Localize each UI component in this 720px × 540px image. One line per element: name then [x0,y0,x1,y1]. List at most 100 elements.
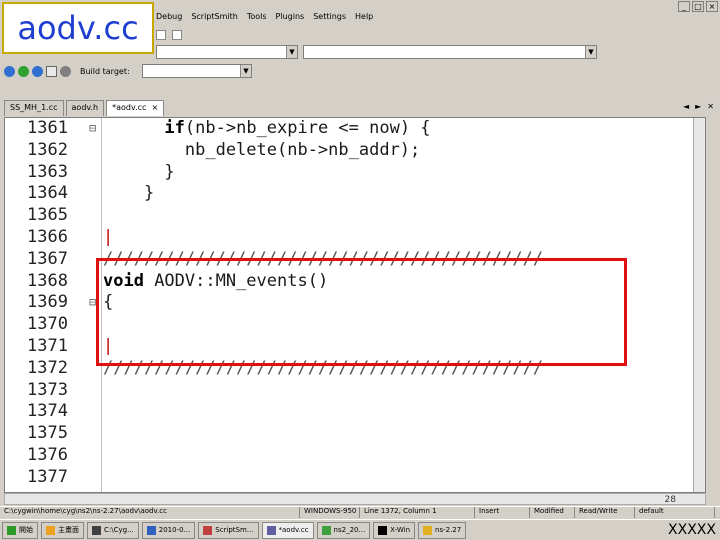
status-modified: Modified [530,507,575,518]
taskbar-button[interactable]: 2010-0... [141,521,196,539]
line-number: 1369 [27,292,68,313]
line-number: 1375 [27,423,68,444]
tab-aodv-h[interactable]: aodv.h [65,100,105,116]
code-line[interactable]: } [103,183,154,203]
line-number: 1367 [27,248,68,269]
tab-ss-mh-1-cc[interactable]: SS_MH_1.cc [4,100,64,116]
taskbar-label: X-Win [390,526,411,534]
chevron-down-icon: ▼ [240,65,251,77]
menubar: Debug ScriptSmith Tools Plugins Settings… [156,12,373,26]
taskbar-button[interactable]: ns2_20... [316,521,371,539]
menu-debug[interactable]: Debug [156,12,182,26]
maximize-button[interactable]: □ [692,1,704,12]
build-run-icon[interactable] [32,65,43,77]
status-encoding: WINDOWS-950 [300,507,360,518]
taskbar-button[interactable]: X-Win [373,521,416,539]
tab-label: SS_MH_1.cc [10,103,58,112]
app-icon [46,525,55,535]
page-number: 28 [664,495,676,505]
menu-settings[interactable]: Settings [313,12,346,26]
menu-scriptsmith[interactable]: ScriptSmith [191,12,238,26]
line-number: 1372 [27,357,68,378]
app-icon [321,525,331,535]
menu-plugins[interactable]: Plugins [276,12,305,26]
status-position: Line 1372, Column 1 [360,507,475,518]
app-icon [7,525,16,535]
horizontal-scrollbar[interactable] [4,493,706,505]
taskbar-label: 主畫面 [58,526,79,534]
taskbar-button[interactable]: 主畫面 [41,521,84,539]
minimize-button[interactable]: _ [678,1,690,12]
line-number: 1377 [27,466,68,487]
editor-tabs: SS_MH_1.cc aodv.h *aodv.cc × [4,100,165,116]
vertical-scrollbar[interactable] [693,118,705,492]
system-tray: XXXXX [668,522,720,538]
tray-icons[interactable]: XXXXX [668,522,716,538]
status-read-write: Read/Write [575,507,635,518]
close-tab-icon[interactable]: × [151,103,158,112]
search-icon[interactable] [172,30,182,40]
highlight-box [96,258,627,366]
code-line[interactable]: nb_delete(nb->nb_addr); [103,140,420,160]
line-number: 1364 [27,183,68,204]
taskbar-button[interactable]: ScriptSm... [198,521,259,539]
taskbar-label: ns2_20... [333,526,366,534]
tab-prev-icon[interactable]: ◄ [683,102,689,111]
taskbar-button[interactable]: ns-2.27 [418,521,467,539]
app-icon [266,525,276,535]
code-line[interactable]: | [103,227,113,247]
toolbar-build: Build target: [4,63,130,79]
tab-close-all-icon[interactable]: ✕ [707,102,714,111]
rebuild-icon[interactable] [46,65,57,77]
status-file-path: C:\cygwin\home\cyg\ns2\ns-2.27\aodv\aodv… [0,507,300,518]
function-combo[interactable]: ▼ [303,45,597,59]
tab-label: *aodv.cc [112,103,147,112]
app-window: aodv.cc _ □ × Debug ScriptSmith Tools Pl… [0,0,720,540]
status-profile: default [635,507,715,518]
tab-next-icon[interactable]: ► [695,102,701,111]
app-icon [92,525,101,535]
toolbar-top [156,28,182,42]
run-icon[interactable] [18,65,29,77]
app-icon [378,525,388,535]
app-icon [146,525,156,535]
code-line[interactable]: if(nb->nb_expire <= now) { [103,118,430,138]
abort-icon[interactable] [60,65,71,77]
code-line[interactable]: } [103,162,174,182]
fold-toggle-icon[interactable]: ⊟ [89,121,96,135]
taskbar-label: 2010-0... [158,526,191,534]
build-target-combo[interactable]: ▼ [142,64,252,78]
status-insert-mode: Insert [475,507,530,518]
line-number: 1363 [27,161,68,182]
build-icon[interactable] [4,65,15,77]
tab-aodv-cc[interactable]: *aodv.cc × [106,100,165,116]
line-number: 1371 [27,336,68,356]
scope-combo[interactable]: ▼ [156,45,298,59]
zoom-icon[interactable] [156,30,166,40]
line-number-gutter: 1361 ⊟ 1362 1363 1364 1365 1366 1367 1368 1369 ⊟ 13… [5,118,101,492]
taskbar-button[interactable]: 開始 [2,521,38,539]
taskbar-button[interactable]: C:\Cyg... [87,521,139,539]
menu-tools[interactable]: Tools [247,12,267,26]
chevron-down-icon: ▼ [286,46,297,58]
build-target-label: Build target: [80,66,130,76]
line-number: 1362 [27,139,68,160]
line-number: 1376 [27,445,68,465]
status-bar: C:\cygwin\home\cyg\ns2\ns-2.27\aodv\aodv… [0,506,720,518]
line-number: 1368 [27,270,68,291]
line-number: 1373 [27,379,68,400]
line-number: 1365 [27,205,68,226]
taskbar-button[interactable]: *aodv.cc [261,521,314,539]
taskbar-label: ns-2.27 [435,526,462,534]
close-button[interactable]: × [706,1,718,12]
taskbar-label: 開始 [19,526,33,534]
taskbar-label: ScriptSm... [215,526,254,534]
app-icon [423,525,433,535]
line-number: 1370 [27,314,68,335]
tab-navigation: ◄ ► ✕ [683,102,714,111]
tab-label: aodv.h [71,103,99,112]
line-number: 1374 [27,401,68,422]
menu-help[interactable]: Help [355,12,373,26]
taskbar-label: *aodv.cc [278,526,309,534]
taskbar: 開始 主畫面 C:\Cyg... 2010-0... ScriptSm... *aodv.… [0,519,720,540]
